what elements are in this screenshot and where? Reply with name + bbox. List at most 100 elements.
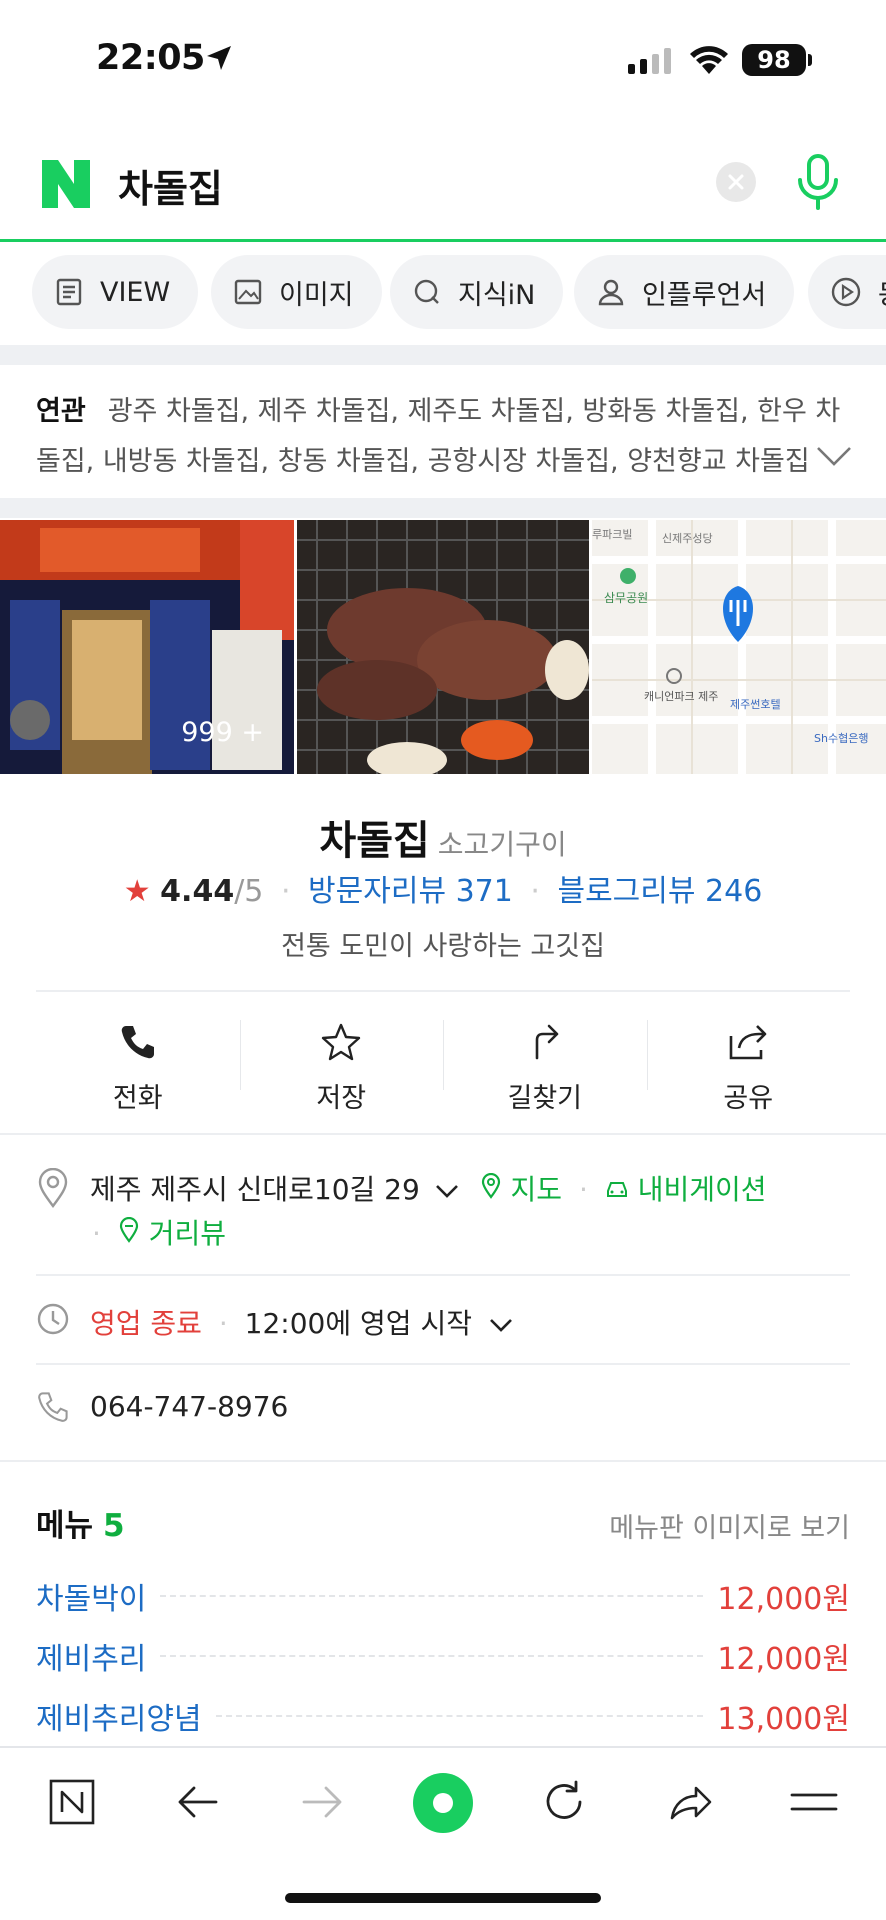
- section-gap: [0, 345, 886, 365]
- wifi-icon: [690, 46, 728, 74]
- map-label-canyon: 캐니언파크 제주: [644, 690, 718, 703]
- map-label-bill: 루파크빌: [592, 528, 632, 541]
- knowledge-icon: [414, 279, 439, 304]
- business-status: 영업 종료: [90, 1307, 202, 1340]
- tab-influencer[interactable]: 인플루언서: [574, 255, 795, 329]
- separator-dot: ·: [92, 1217, 101, 1250]
- forward-arrow-icon[interactable]: [298, 1778, 346, 1826]
- star-icon: [322, 1023, 361, 1061]
- tab-image-label: 이미지: [279, 279, 354, 311]
- map-thumbnail[interactable]: 삼무공원 신제주성당 루파크빌 캐니언파크 제주 제주썬호텔 Sh수협은행: [592, 520, 886, 774]
- menu-item-price: 13,000원: [717, 1702, 850, 1737]
- share-button[interactable]: 공유: [646, 1000, 851, 1120]
- divider: [0, 1133, 886, 1135]
- menu-item[interactable]: 차돌박이 12,000원: [36, 1574, 850, 1618]
- menu-item-name: 제비추리양념: [36, 1702, 202, 1737]
- video-play-icon: [831, 277, 861, 307]
- navigation-link[interactable]: 내비게이션: [638, 1173, 767, 1206]
- close-icon: [728, 174, 744, 190]
- microphone-icon[interactable]: [794, 152, 842, 212]
- clear-search-button[interactable]: [716, 162, 756, 202]
- menu-item-price: 12,000원: [717, 1642, 850, 1677]
- related-keywords[interactable]: 광주 차돌집, 제주 차돌집, 제주도 차돌집, 방화동 차돌집, 한우 차돌집…: [36, 396, 840, 477]
- street-view-icon: [119, 1216, 138, 1243]
- menu-item-name: 차돌박이: [36, 1582, 147, 1617]
- battery-indicator: 98: [742, 44, 806, 76]
- menu-item-name: 제비추리: [36, 1642, 147, 1677]
- naver-logo-icon[interactable]: [40, 158, 92, 210]
- divider: [36, 990, 850, 992]
- divider: [36, 1274, 850, 1276]
- menu-item-price: 12,000원: [717, 1582, 850, 1617]
- chevron-down-icon[interactable]: [816, 445, 852, 467]
- refresh-icon[interactable]: [540, 1778, 588, 1826]
- chevron-down-icon[interactable]: [489, 1317, 513, 1333]
- search-input[interactable]: 차돌집: [118, 158, 223, 213]
- phone-number[interactable]: 064-747-8976: [90, 1390, 288, 1423]
- home-indicator[interactable]: [285, 1893, 601, 1903]
- street-view-link[interactable]: 거리뷰: [149, 1217, 226, 1250]
- cellular-signal-icon: [628, 48, 671, 74]
- rating-max: /5: [234, 874, 264, 909]
- menu-header: 메뉴 5 메뉴판 이미지로 보기: [36, 1500, 850, 1545]
- map-link[interactable]: 지도: [511, 1173, 563, 1206]
- menu-hamburger-icon[interactable]: [790, 1778, 838, 1826]
- rating-row: ★ 4.44/5 · 방문자리뷰 371 · 블로그리뷰 246: [0, 866, 886, 910]
- map-label-hotel: 제주썬호텔: [730, 698, 781, 711]
- grilled-meat-image: [297, 520, 589, 774]
- food-photo[interactable]: [297, 520, 589, 774]
- divider: [0, 1460, 886, 1462]
- green-dot-icon[interactable]: [412, 1772, 474, 1834]
- call-label: 전화: [112, 1083, 163, 1114]
- tab-video-label: 동: [878, 273, 886, 312]
- status-bar: 22:05 98: [0, 0, 886, 120]
- tab-video[interactable]: 동: [808, 255, 886, 329]
- related-label: 연관: [36, 396, 86, 427]
- separator-dot: ·: [530, 874, 540, 909]
- tab-influencer-label: 인플루언서: [642, 279, 767, 311]
- place-description: 전통 도민이 사랑하는 고깃집: [281, 931, 605, 962]
- divider: [36, 1363, 850, 1365]
- menu-image-link[interactable]: 메뉴판 이미지로 보기: [609, 1506, 850, 1545]
- place-category: 소고기구이: [437, 828, 567, 861]
- naver-home-icon[interactable]: [48, 1778, 96, 1826]
- map-image: 삼무공원 신제주성당 루파크빌 캐니언파크 제주 제주썬호텔 Sh수협은행: [592, 520, 886, 774]
- tab-view[interactable]: VIEW: [32, 255, 199, 329]
- chevron-down-icon[interactable]: [435, 1183, 459, 1199]
- dotted-leader: [215, 1715, 704, 1717]
- directions-button[interactable]: 길찾기: [443, 1000, 647, 1120]
- address-text[interactable]: 제주 제주시 신대로10길 29: [90, 1173, 420, 1206]
- save-button[interactable]: 저장: [239, 1000, 444, 1120]
- map-label-park: 삼무공원: [604, 591, 648, 605]
- call-button[interactable]: 전화: [36, 1000, 240, 1120]
- place-name[interactable]: 차돌집: [319, 818, 429, 864]
- rating-star-icon: ★: [123, 874, 151, 909]
- visitor-reviews-link[interactable]: 방문자리뷰 371: [308, 874, 513, 909]
- blog-reviews-link[interactable]: 블로그리뷰 246: [557, 874, 762, 909]
- dotted-leader: [160, 1655, 704, 1657]
- person-icon: [598, 279, 624, 306]
- navigation-car-icon: [606, 1182, 627, 1197]
- menu-title: 메뉴: [36, 1508, 94, 1544]
- opening-time[interactable]: 12:00에 영업 시작: [245, 1307, 472, 1340]
- storefront-photo[interactable]: 999 +: [0, 520, 294, 774]
- tab-knowledge[interactable]: 지식iN: [390, 255, 564, 329]
- rating-score: 4.44: [160, 874, 235, 909]
- map-label-church: 신제주성당: [662, 532, 713, 545]
- tab-image[interactable]: 이미지: [211, 255, 382, 329]
- separator-dot: ·: [578, 1173, 588, 1206]
- map-pin-small-icon: [481, 1172, 500, 1199]
- tab-view-label: VIEW: [100, 276, 171, 308]
- share-label: 공유: [723, 1083, 774, 1114]
- back-arrow-icon[interactable]: [174, 1778, 222, 1826]
- related-searches: 연관 광주 차돌집, 제주 차돌집, 제주도 차돌집, 방화동 차돌집, 한우 차…: [0, 367, 886, 497]
- save-label: 저장: [316, 1083, 367, 1114]
- phone-outline-icon: [38, 1392, 68, 1422]
- share-arrow-icon[interactable]: [666, 1778, 714, 1826]
- place-photos: 999 + 삼무공원 신제주성당 루파크빌 캐니언파크 제주 제주썬호텔 Sh수…: [0, 520, 886, 774]
- menu-item[interactable]: 제비추리 12,000원: [36, 1634, 850, 1678]
- separator-dot: ·: [280, 874, 291, 909]
- menu-item[interactable]: 제비추리양념 13,000원: [36, 1694, 850, 1738]
- search-tabs: VIEW 이미지 지식iN 인플루언서 동: [0, 255, 886, 335]
- address-row: 제주 제주시 신대로10길 29 지도 · 내비게이션 · 거리뷰: [36, 1168, 850, 1250]
